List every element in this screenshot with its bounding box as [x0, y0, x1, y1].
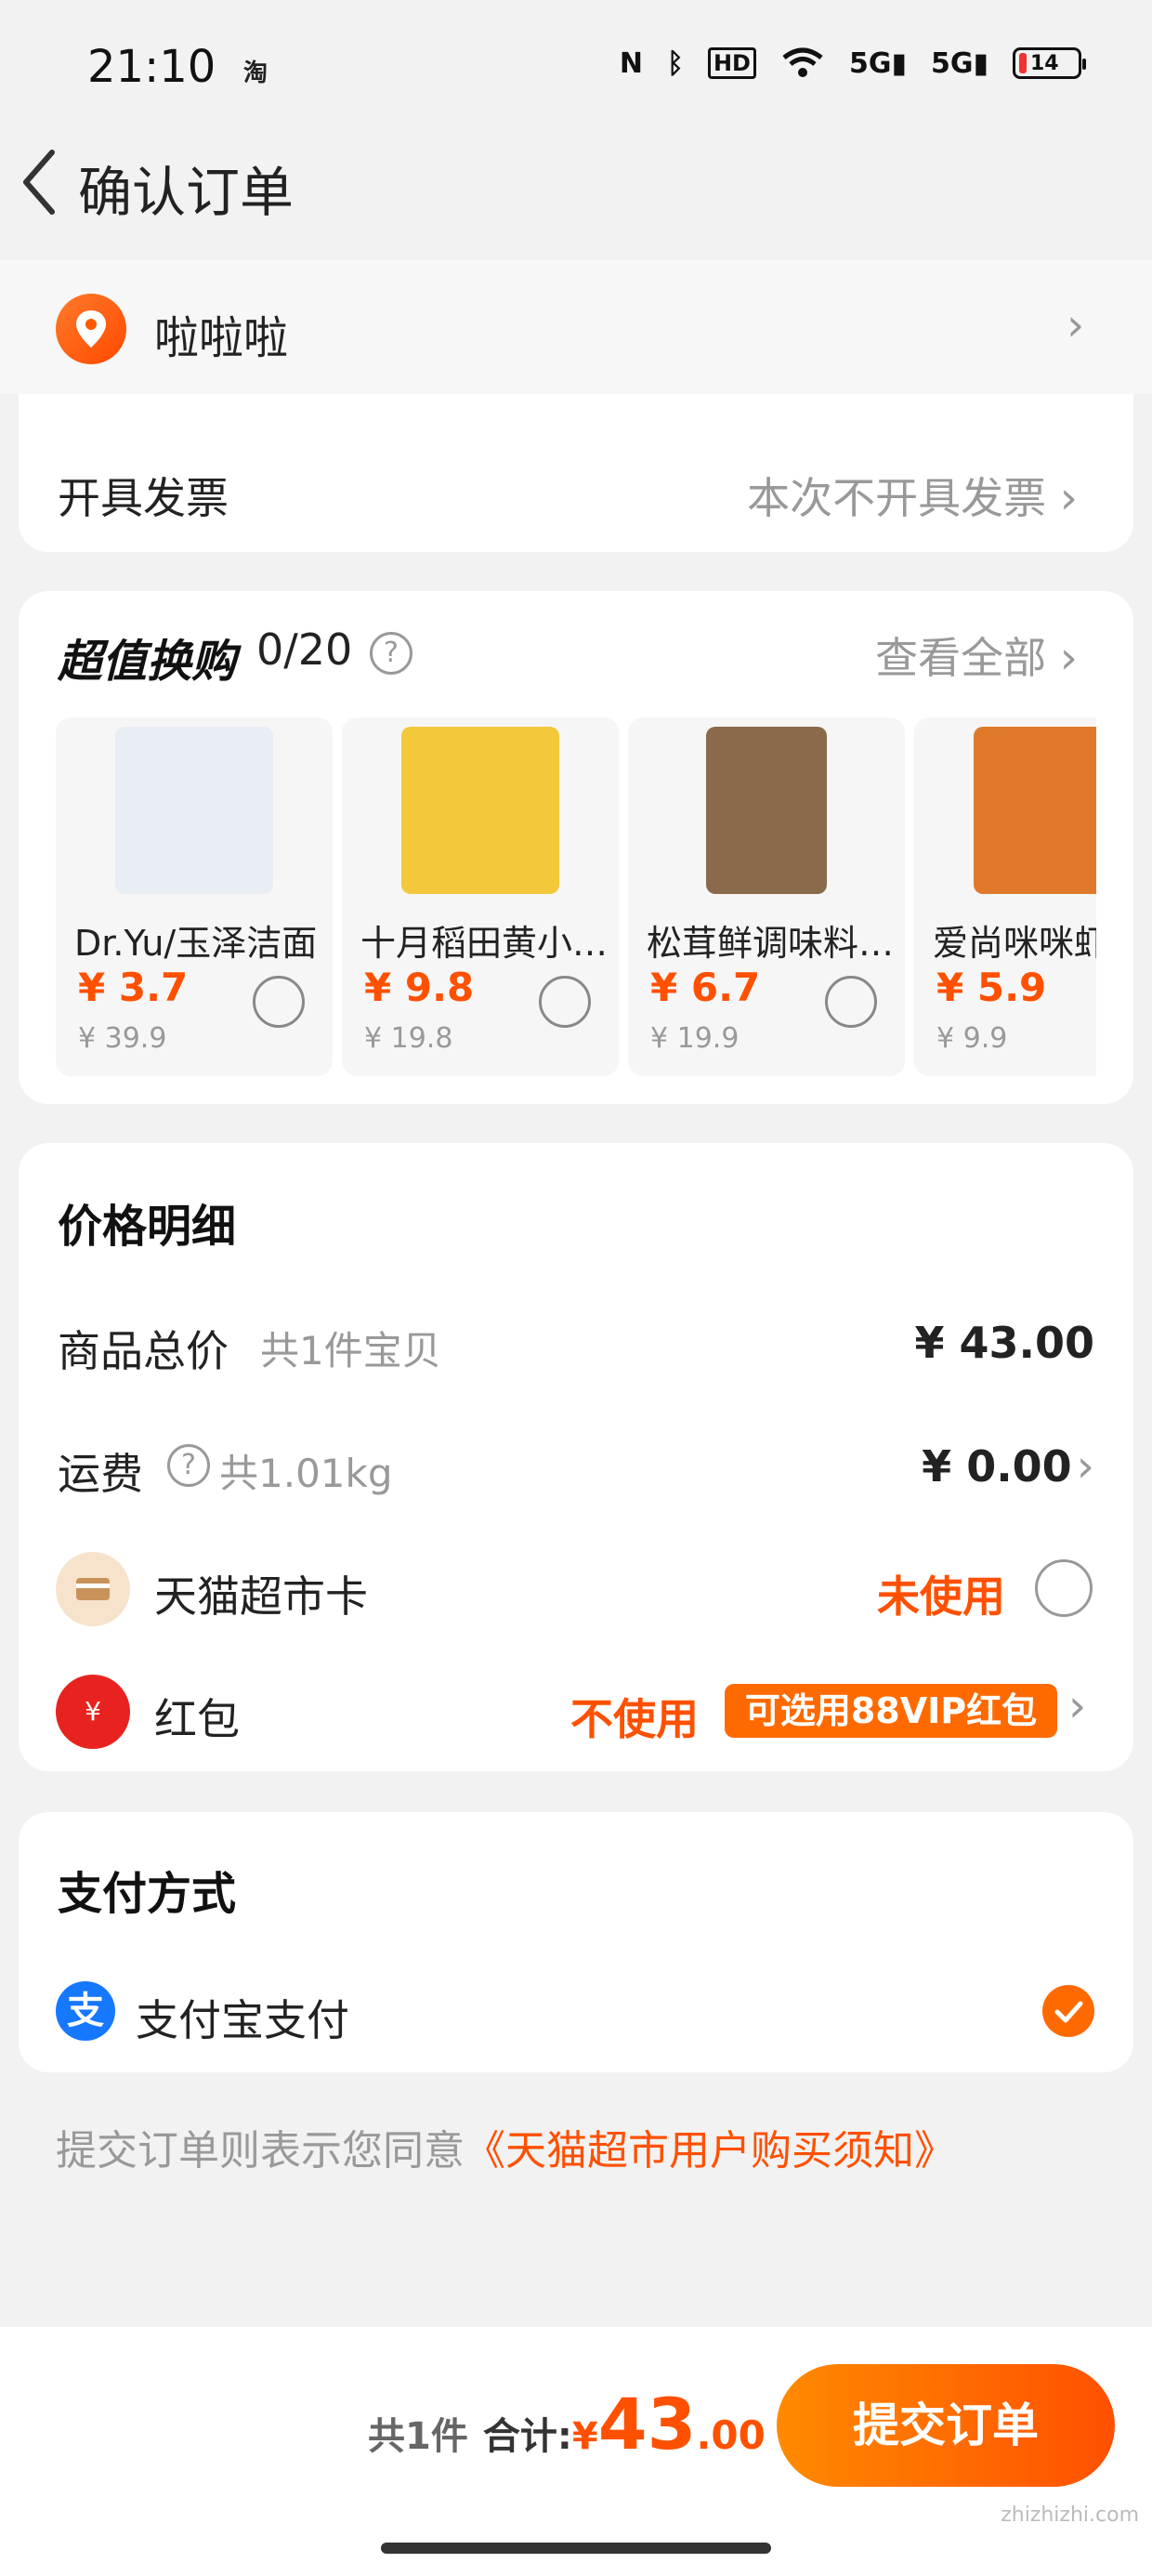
currency-symbol: ¥ — [571, 2415, 598, 2458]
product-image — [115, 727, 273, 894]
deal-products: Dr.Yu/玉泽洁面 ¥ 3.7 ¥ 39.9 十月稻田黄小… ¥ 9.8 ¥ … — [56, 717, 1096, 1076]
total-amount: 43 — [597, 2383, 697, 2465]
product-name: 十月稻田黄小… — [360, 923, 609, 964]
wifi-icon — [782, 47, 823, 77]
tmall-card-status: 未使用 — [877, 1571, 1005, 1622]
deal-product-card[interactable]: 十月稻田黄小… ¥ 9.8 ¥ 19.8 — [342, 717, 619, 1076]
tmall-card-label: 天猫超市卡 — [154, 1571, 368, 1622]
agreement-link[interactable]: 《天猫超市用户购买须知》 — [465, 2127, 955, 2175]
deals-title: 超值换购 — [58, 636, 237, 688]
nfc-icon: N — [619, 46, 643, 80]
chevron-right-icon[interactable]: › — [1067, 299, 1084, 351]
chevron-right-icon: › — [1059, 632, 1078, 684]
tmall-card-radio[interactable] — [1035, 1559, 1093, 1617]
price-detail-title: 价格明细 — [58, 1201, 237, 1253]
home-indicator[interactable] — [381, 2543, 771, 2554]
shipping-label: 运费 — [58, 1449, 143, 1499]
agreement-text: 提交订单则表示您同意《天猫超市用户购买须知》 — [56, 2117, 955, 2176]
product-name: Dr.Yu/玉泽洁面 — [74, 923, 318, 964]
watermark: zhizhizhi.com — [1001, 2504, 1139, 2527]
goods-count: 共1件宝贝 — [260, 1328, 441, 1373]
deals-count: 0/20 — [256, 624, 353, 675]
order-total: 共1件 合计: ¥ 43 .00 — [368, 2383, 766, 2465]
item-count: 共1件 — [368, 2415, 468, 2458]
taobao-app-icon: 淘 — [243, 59, 268, 87]
red-packet-label: 红包 — [154, 1694, 240, 1744]
product-price: ¥ 3.7 — [78, 965, 189, 1010]
select-radio[interactable] — [253, 976, 305, 1028]
view-all-link[interactable]: 查看全部 › — [875, 624, 1078, 686]
vip-red-packet-badge[interactable]: 可选用88VIP红包 — [725, 1684, 1057, 1738]
invoice-value[interactable]: 本次不开具发票 › — [747, 465, 1078, 526]
red-packet-icon: ¥ — [56, 1675, 130, 1749]
bluetooth-icon: ᛒ — [666, 46, 684, 80]
view-all-label: 查看全部 — [875, 633, 1047, 683]
product-price: ¥ 6.7 — [650, 965, 761, 1010]
status-time: 21:10 — [87, 41, 216, 93]
red-packet-status[interactable]: 不使用 — [570, 1686, 699, 1747]
payment-method-label[interactable]: 支付宝支付 — [136, 1987, 349, 2048]
page-title: 确认订单 — [78, 161, 295, 224]
product-price: ¥ 9.8 — [364, 965, 475, 1010]
deal-product-card[interactable]: Dr.Yu/玉泽洁面 ¥ 3.7 ¥ 39.9 — [56, 717, 333, 1076]
battery-icon: 14 — [1013, 47, 1086, 79]
help-icon[interactable]: ? — [370, 632, 412, 675]
submit-order-button[interactable]: 提交订单 — [777, 2364, 1115, 2487]
product-original-price: ¥ 19.9 — [650, 1022, 740, 1055]
product-original-price: ¥ 19.8 — [364, 1022, 453, 1055]
chevron-right-icon[interactable]: › — [1068, 1680, 1086, 1732]
status-icons: N ᛒ HD 5G▮ 5G▮ 14 — [619, 46, 1086, 80]
product-image — [401, 727, 559, 894]
product-original-price: ¥ 9.9 — [936, 1022, 1008, 1055]
5g-signal-icon: 5G▮ — [930, 46, 988, 80]
card-icon — [56, 1552, 130, 1626]
invoice-label: 开具发票 — [58, 473, 229, 523]
alipay-icon: 支 — [56, 1981, 115, 2041]
invoice-value-text: 本次不开具发票 — [747, 473, 1047, 523]
total-decimal: .00 — [696, 2412, 766, 2458]
payment-title: 支付方式 — [58, 1868, 237, 1920]
chevron-right-icon: › — [1076, 1440, 1094, 1492]
shipping-value-link[interactable]: ¥ 0.00 › — [922, 1440, 1094, 1492]
deal-product-card[interactable]: 爱尚咪咪虾 ¥ 5.9 ¥ 9.9 — [914, 717, 1096, 1076]
hd-icon: HD — [707, 47, 756, 79]
product-image — [706, 727, 827, 894]
checkmark-icon[interactable] — [1042, 1985, 1094, 2037]
select-radio[interactable] — [539, 976, 591, 1028]
5g-signal-icon: 5G▮ — [848, 46, 907, 80]
deal-product-card[interactable]: 松茸鲜调味料… ¥ 6.7 ¥ 19.9 — [628, 717, 905, 1076]
goods-total-value: ¥ 43.00 — [914, 1318, 1094, 1368]
agreement-prefix: 提交订单则表示您同意 — [56, 2127, 465, 2175]
address-name[interactable]: 啦啦啦 — [154, 301, 288, 366]
location-pin-icon — [56, 294, 126, 364]
battery-level: 14 — [1030, 51, 1059, 75]
product-image — [974, 727, 1096, 894]
select-radio[interactable] — [825, 976, 877, 1028]
product-price: ¥ 5.9 — [936, 965, 1047, 1010]
chevron-right-icon: › — [1059, 472, 1078, 524]
total-label: 合计: — [482, 2415, 572, 2458]
product-original-price: ¥ 39.9 — [78, 1022, 167, 1055]
help-icon[interactable]: ? — [167, 1444, 210, 1487]
shipping-weight: 共1.01kg — [219, 1451, 393, 1496]
shipping-value: ¥ 0.00 — [922, 1441, 1072, 1492]
goods-total-label: 商品总价 — [58, 1326, 229, 1376]
product-name: 爱尚咪咪虾 — [933, 923, 1096, 964]
back-arrow-icon[interactable] — [17, 147, 63, 217]
product-name: 松茸鲜调味料… — [647, 923, 895, 964]
